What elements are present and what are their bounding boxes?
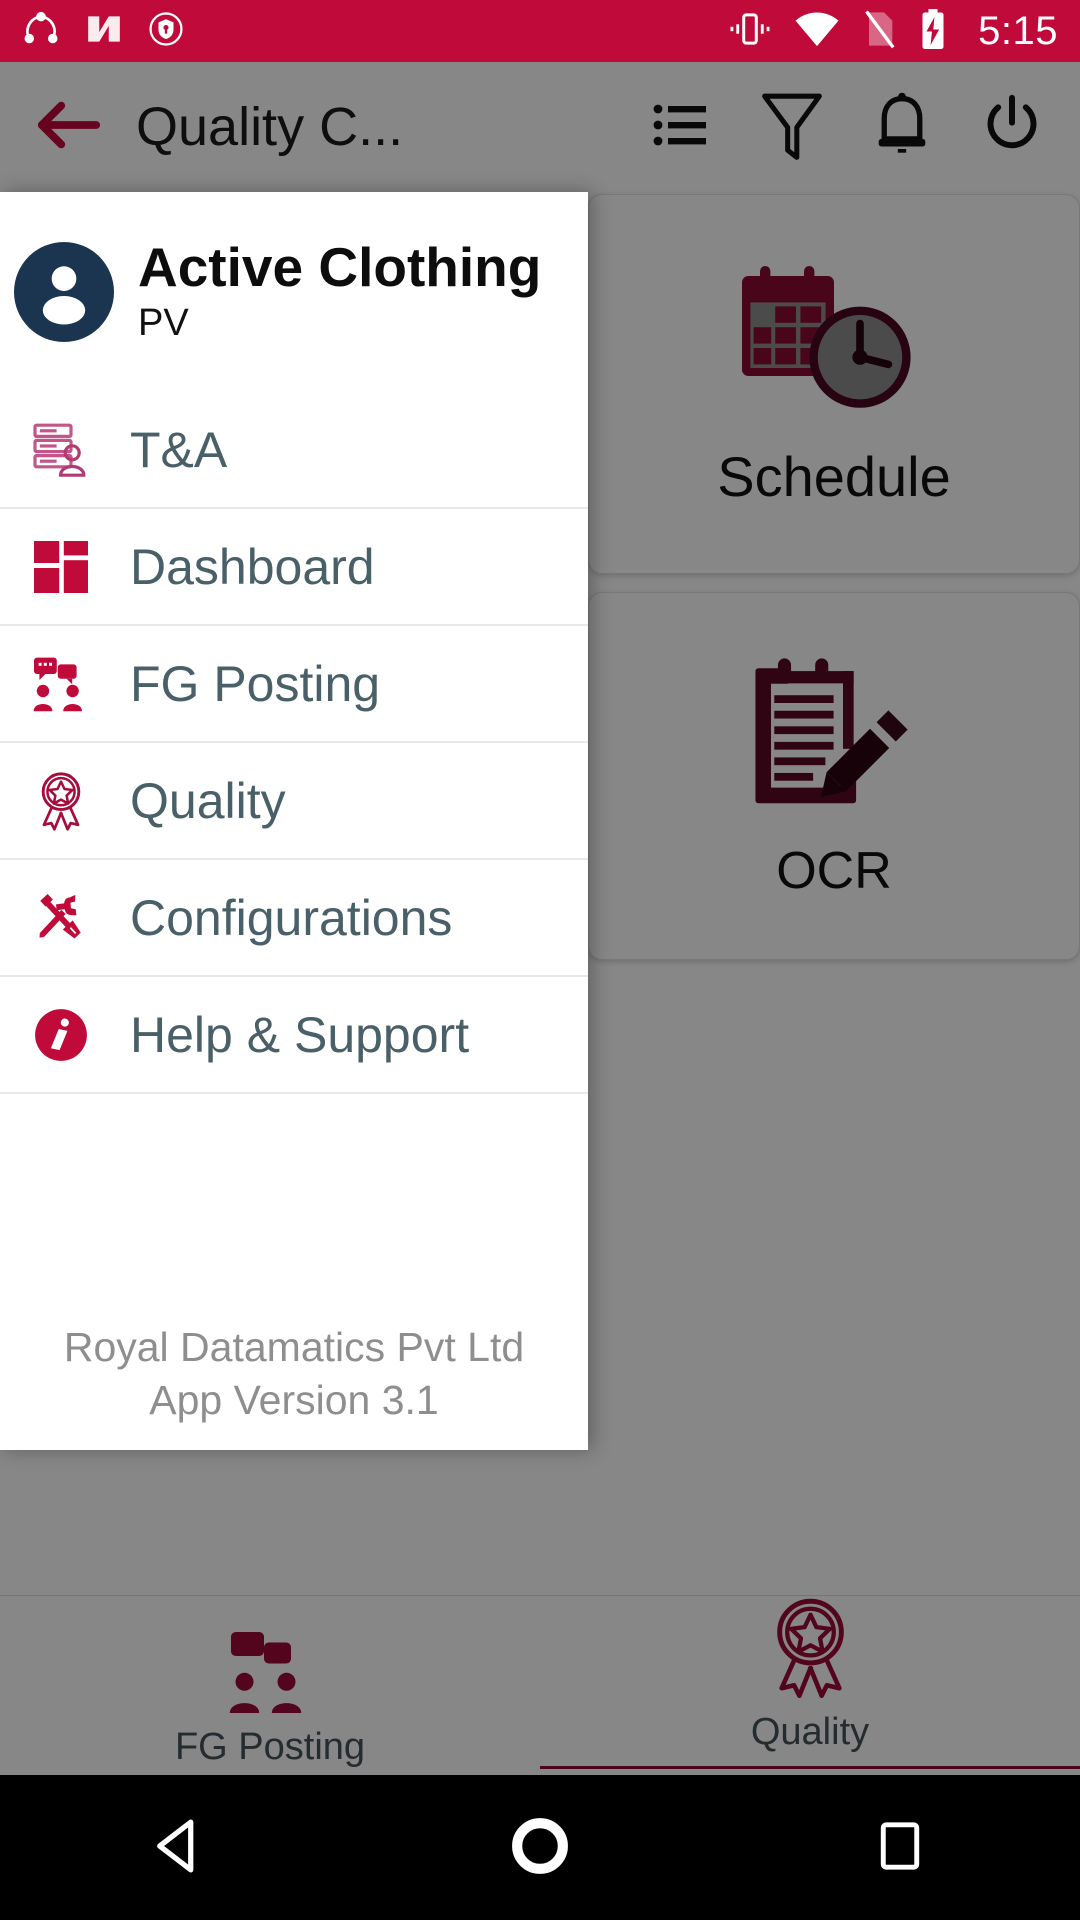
sidebar-item-dashboard[interactable]: Dashboard (0, 509, 588, 626)
status-bar: 5:15 (0, 0, 1080, 62)
page-title: Quality C... (136, 97, 404, 157)
tab-selected-indicator (540, 1766, 1080, 1769)
drawer-header[interactable]: Active Clothing PV (0, 192, 588, 392)
sidebar-item-fg-posting[interactable]: FG Posting (0, 626, 588, 743)
status-bar-clock: 5:15 (978, 8, 1058, 53)
clipboard-pencil-icon (744, 652, 924, 821)
avatar (14, 242, 114, 342)
home-circle-icon (507, 1813, 573, 1883)
app-bar-actions (644, 89, 1050, 165)
android-recents-button[interactable] (720, 1817, 1080, 1879)
footer-company: Royal Datamatics Pvt Ltd (63, 1324, 525, 1371)
app-bar: Quality C... (0, 62, 1080, 192)
user-name: Active Clothing (138, 235, 542, 298)
android-home-button[interactable] (360, 1813, 720, 1883)
card-label: Schedule (717, 444, 951, 508)
android-back-button[interactable] (0, 1815, 360, 1881)
drawer-user-info: Active Clothing PV (138, 235, 542, 346)
filter-button[interactable] (754, 89, 830, 165)
arrow-left-icon (36, 99, 102, 155)
phone-screen: 5:15 Quality C... Schedule OCR FG Postin… (0, 0, 1080, 1920)
footer-version: App Version 3.1 (149, 1376, 439, 1423)
wifi-icon (794, 10, 840, 52)
list-view-icon (652, 99, 712, 155)
drawer-spacer (0, 1094, 588, 1321)
android-navigation-bar (0, 1775, 1080, 1920)
sidebar-item-label: FG Posting (130, 655, 381, 712)
status-bar-left-icons (22, 10, 184, 52)
card-ocr[interactable]: OCR (588, 592, 1080, 960)
quality-ribbon-icon (758, 1596, 863, 1705)
back-button[interactable] (30, 88, 108, 166)
no-sim-icon (862, 9, 896, 53)
filter-icon (760, 89, 824, 165)
sidebar-item-help-support[interactable]: Help & Support (0, 977, 588, 1094)
security-shield-icon (148, 11, 184, 51)
recents-square-icon (873, 1817, 927, 1879)
tab-fg-posting[interactable]: FG Posting (0, 1596, 540, 1775)
sidebar-item-label: Help & Support (130, 1006, 470, 1063)
status-bar-right-icons: 5:15 (728, 8, 1058, 54)
sidebar-item-ta[interactable]: T&A (0, 392, 588, 509)
card-schedule[interactable]: Schedule (588, 194, 1080, 574)
sidebar-item-label: Dashboard (130, 538, 375, 595)
dashboard-grid-icon (22, 537, 100, 597)
notifications-button[interactable] (864, 89, 940, 165)
tab-label: Quality (750, 1711, 870, 1753)
person-avatar-icon (26, 252, 102, 332)
back-triangle-icon (149, 1815, 211, 1881)
power-icon (981, 94, 1043, 160)
sidebar-item-quality[interactable]: Quality (0, 743, 588, 860)
sidebar-item-label: Configurations (130, 889, 453, 946)
sidebar-item-configurations[interactable]: Configurations (0, 860, 588, 977)
list-view-button[interactable] (644, 89, 720, 165)
calendar-clock-icon (734, 260, 934, 424)
tab-quality[interactable]: Quality (540, 1596, 1080, 1775)
tab-label: FG Posting (174, 1726, 366, 1768)
quality-ribbon-icon (22, 770, 100, 832)
fg-posting-icon (225, 1626, 315, 1720)
drawer-footer: Royal Datamatics Pvt Ltd App Version 3.1 (0, 1321, 588, 1450)
bottom-tab-bar: FG Posting Quality (0, 1595, 1080, 1775)
battery-charging-icon (918, 8, 948, 54)
android-nougat-icon (84, 10, 124, 52)
share-app-icon (22, 10, 60, 52)
vibrate-icon (728, 9, 772, 53)
card-label: OCR (776, 841, 892, 900)
power-button[interactable] (974, 89, 1050, 165)
navigation-drawer: Active Clothing PV T&A Dashboard FG Post… (0, 192, 588, 1450)
tools-icon (22, 889, 100, 947)
sidebar-item-label: T&A (130, 421, 228, 478)
info-icon (22, 1006, 100, 1064)
fg-posting-icon (22, 654, 100, 714)
sidebar-item-label: Quality (130, 772, 286, 829)
time-attendance-icon (22, 420, 100, 480)
notifications-icon (872, 90, 932, 164)
user-subtitle: PV (138, 302, 189, 345)
